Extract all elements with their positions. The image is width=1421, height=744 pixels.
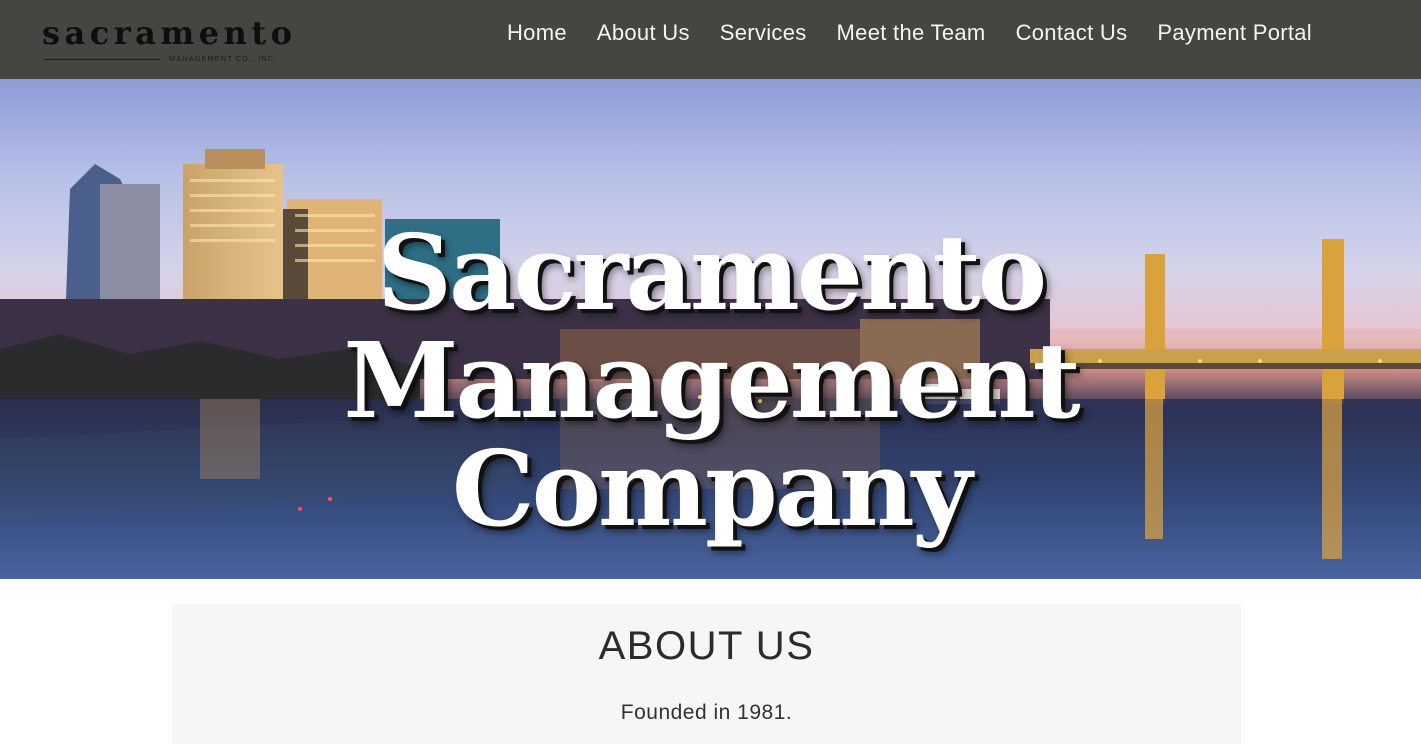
main-nav: Home About Us Services Meet the Team Con…	[507, 19, 1312, 47]
nav-meet-the-team[interactable]: Meet the Team	[837, 19, 986, 47]
hero-title-line2: Company	[451, 427, 972, 550]
site-header: sacramento MANAGEMENT CO., INC. Home Abo…	[0, 0, 1421, 79]
about-section: ABOUT US Founded in 1981.	[172, 604, 1241, 744]
about-heading: ABOUT US	[598, 624, 815, 668]
logo-wordmark: sacramento	[42, 14, 297, 52]
nav-about-us[interactable]: About Us	[597, 19, 690, 47]
nav-services[interactable]: Services	[720, 19, 807, 47]
hero-title: Sacramento Management Company	[0, 219, 1421, 543]
nav-home[interactable]: Home	[507, 19, 567, 47]
nav-contact-us[interactable]: Contact Us	[1016, 19, 1128, 47]
hero-banner: Sacramento Management Company	[0, 79, 1421, 579]
about-text: Founded in 1981.	[620, 701, 793, 725]
logo-divider	[44, 59, 160, 60]
logo-subtitle: MANAGEMENT CO., INC.	[169, 54, 278, 63]
company-logo[interactable]: sacramento MANAGEMENT CO., INC.	[42, 16, 292, 66]
nav-payment-portal[interactable]: Payment Portal	[1157, 19, 1312, 47]
hero-title-line1: Sacramento Management	[343, 211, 1080, 442]
